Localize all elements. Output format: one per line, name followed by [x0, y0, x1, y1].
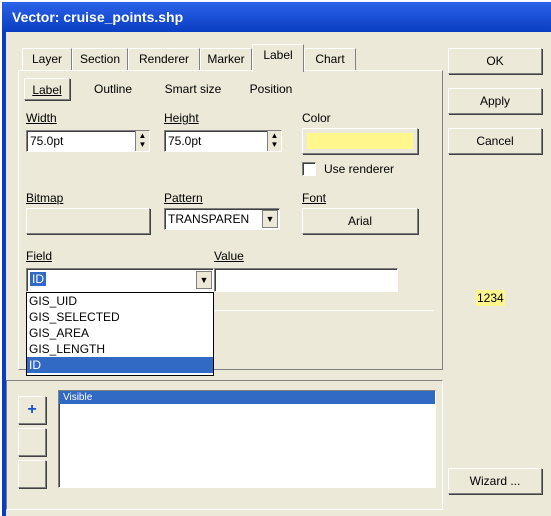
tab-renderer[interactable]: Renderer — [128, 48, 200, 70]
field-dropdown-list[interactable]: GIS_UID GIS_SELECTED GIS_AREA GIS_LENGTH… — [26, 292, 214, 376]
section-button-2[interactable] — [18, 428, 46, 456]
field-option-selected[interactable]: ID — [27, 357, 213, 373]
font-label: Font — [302, 191, 327, 205]
separator — [214, 310, 434, 311]
tab-marker-label: Marker — [207, 52, 245, 66]
bitmap-label: Bitmap — [26, 191, 64, 205]
color-swatch — [307, 133, 413, 149]
subtab-position-text: Position — [249, 82, 293, 96]
field-value: ID — [30, 272, 46, 286]
subtab-label[interactable]: Label — [24, 78, 70, 100]
pattern-value: TRANSPAREN — [168, 212, 250, 226]
tab-layer-label: Layer — [31, 52, 63, 66]
field-option-label: GIS_LENGTH — [29, 342, 106, 356]
pattern-dropdown-icon[interactable]: ▼ — [262, 210, 278, 228]
subtab-smart-size[interactable]: Smart size — [152, 78, 234, 100]
field-option[interactable]: GIS_LENGTH — [27, 341, 213, 357]
tab-label-label: Label — [263, 48, 293, 62]
section-item-label: Visible — [63, 392, 93, 403]
field-option-label: ID — [29, 358, 41, 372]
subtab-label-text: Label — [32, 83, 62, 97]
ok-button[interactable]: OK — [448, 48, 542, 74]
window-title: Vector: cruise_points.shp — [12, 9, 184, 25]
tab-section[interactable]: Section — [72, 48, 128, 70]
height-input[interactable]: 75.0pt ▲ ▼ — [164, 130, 282, 152]
field-dropdown-icon[interactable]: ▼ — [196, 271, 212, 289]
field-option-label: GIS_UID — [29, 294, 78, 308]
tab-label[interactable]: Label — [252, 44, 304, 72]
tab-renderer-label: Renderer — [138, 52, 190, 66]
width-spinner[interactable]: ▲ ▼ — [135, 131, 149, 151]
use-renderer-checkbox[interactable] — [302, 162, 316, 176]
height-spinner[interactable]: ▲ ▼ — [267, 131, 281, 151]
section-item[interactable]: Visible — [59, 391, 435, 404]
height-value: 75.0pt — [168, 134, 202, 148]
field-option[interactable]: GIS_UID — [27, 293, 213, 309]
tab-chart[interactable]: Chart — [304, 48, 356, 70]
width-value: 75.0pt — [30, 134, 64, 148]
subtab-position[interactable]: Position — [236, 78, 306, 100]
subtab-outline-text: Outline — [93, 82, 133, 96]
height-label: Height — [164, 111, 199, 125]
add-section-button[interactable]: + — [18, 396, 46, 424]
font-button[interactable]: Arial — [302, 208, 418, 234]
ok-button-label: OK — [486, 54, 504, 68]
width-input[interactable]: 75.0pt ▲ ▼ — [26, 130, 150, 152]
subtab-smart-size-text: Smart size — [164, 82, 222, 96]
pattern-label: Pattern — [164, 191, 203, 205]
color-button[interactable] — [302, 128, 418, 154]
tab-chart-label: Chart — [315, 52, 345, 66]
tab-section-label: Section — [79, 52, 121, 66]
font-value: Arial — [347, 214, 372, 228]
pattern-select[interactable]: TRANSPAREN ▼ — [164, 208, 280, 230]
field-option[interactable]: GIS_SELECTED — [27, 309, 213, 325]
use-renderer-label: Use renderer — [324, 162, 395, 176]
sections-list[interactable]: Visible — [58, 390, 436, 488]
field-option-label: GIS_SELECTED — [29, 310, 120, 324]
window-title-bar: Vector: cruise_points.shp — [2, 2, 551, 32]
tab-layer[interactable]: Layer — [22, 48, 72, 70]
field-select[interactable]: ID ▼ — [26, 268, 214, 292]
label-preview-text: 1234 — [477, 291, 504, 305]
apply-button-label: Apply — [479, 94, 511, 108]
field-option[interactable]: GIS_AREA — [27, 325, 213, 341]
section-button-3[interactable] — [18, 460, 46, 488]
cancel-button-label: Cancel — [476, 134, 514, 148]
width-label: Width — [26, 111, 57, 125]
tab-marker[interactable]: Marker — [200, 48, 252, 70]
value-input[interactable] — [214, 268, 398, 292]
label-preview: 1234 — [476, 290, 505, 306]
plus-icon: + — [27, 401, 37, 418]
cancel-button[interactable]: Cancel — [448, 128, 542, 154]
value-label: Value — [214, 249, 244, 263]
color-label: Color — [302, 111, 331, 125]
bitmap-button[interactable] — [26, 208, 150, 234]
field-label: Field — [26, 249, 53, 263]
subtab-outline[interactable]: Outline — [78, 78, 148, 100]
wizard-button[interactable]: Wizard ... — [448, 468, 542, 494]
apply-button[interactable]: Apply — [448, 88, 542, 114]
field-option-label: GIS_AREA — [29, 326, 90, 340]
wizard-button-label: Wizard ... — [469, 474, 521, 488]
